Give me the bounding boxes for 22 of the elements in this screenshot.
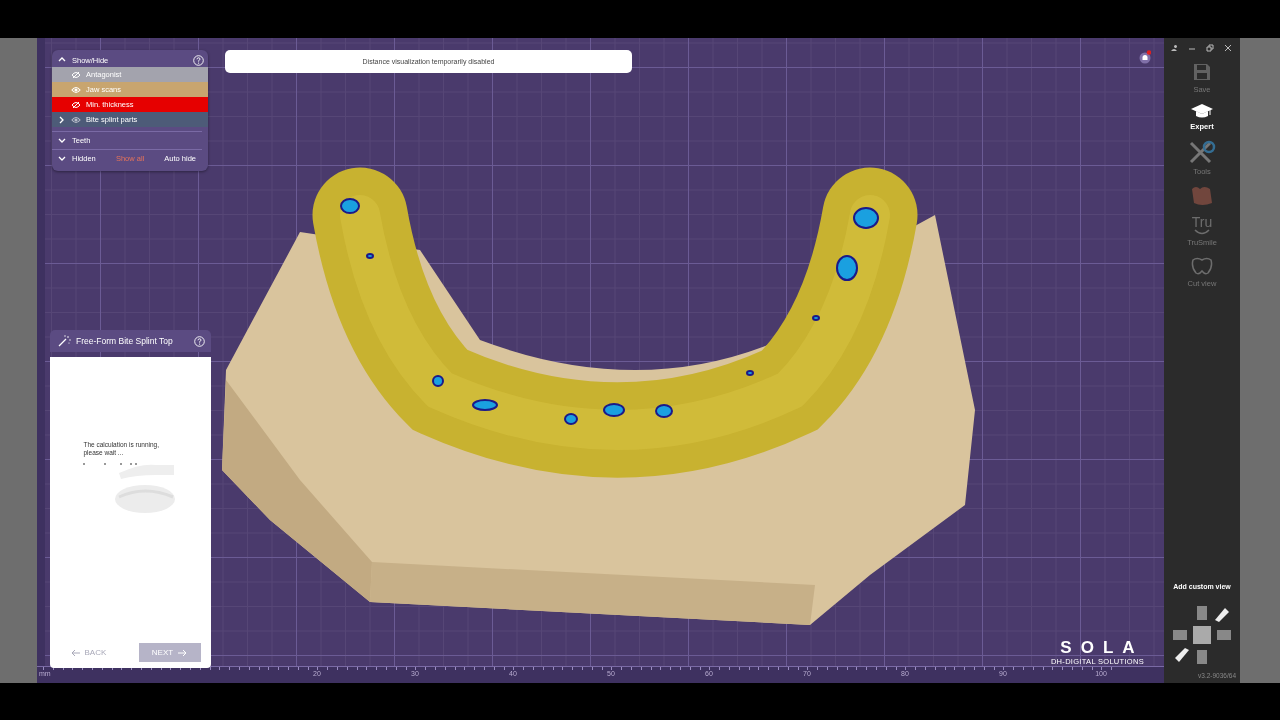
arrow-right-icon [177, 648, 188, 657]
save-icon[interactable] [1192, 62, 1212, 82]
view-cube-icon[interactable] [1171, 604, 1233, 666]
logo-wordmark: SOLA [1060, 639, 1144, 657]
section-chevron-icon[interactable] [58, 154, 66, 163]
graduation-cap-icon[interactable] [1190, 103, 1214, 119]
help-icon[interactable] [193, 54, 204, 66]
molar-outline-icon[interactable] [1190, 256, 1214, 276]
tools-icon[interactable] [1188, 140, 1216, 164]
section-chevron-icon[interactable] [58, 136, 66, 145]
eye-slash-icon[interactable] [71, 100, 81, 109]
user-icon[interactable] [1170, 44, 1178, 52]
expand-chevron-icon[interactable] [58, 115, 66, 124]
collapse-chevron-icon[interactable] [58, 56, 66, 64]
close-icon[interactable] [1224, 44, 1232, 52]
eye-slash-icon[interactable] [71, 70, 81, 79]
wizard-title: Free-Form Bite Splint Top [76, 336, 174, 346]
restore-icon[interactable] [1206, 44, 1214, 52]
help-icon[interactable] [194, 335, 205, 347]
arrow-left-icon [70, 648, 81, 657]
magic-wand-icon [58, 335, 71, 347]
eye-icon[interactable] [71, 115, 81, 124]
